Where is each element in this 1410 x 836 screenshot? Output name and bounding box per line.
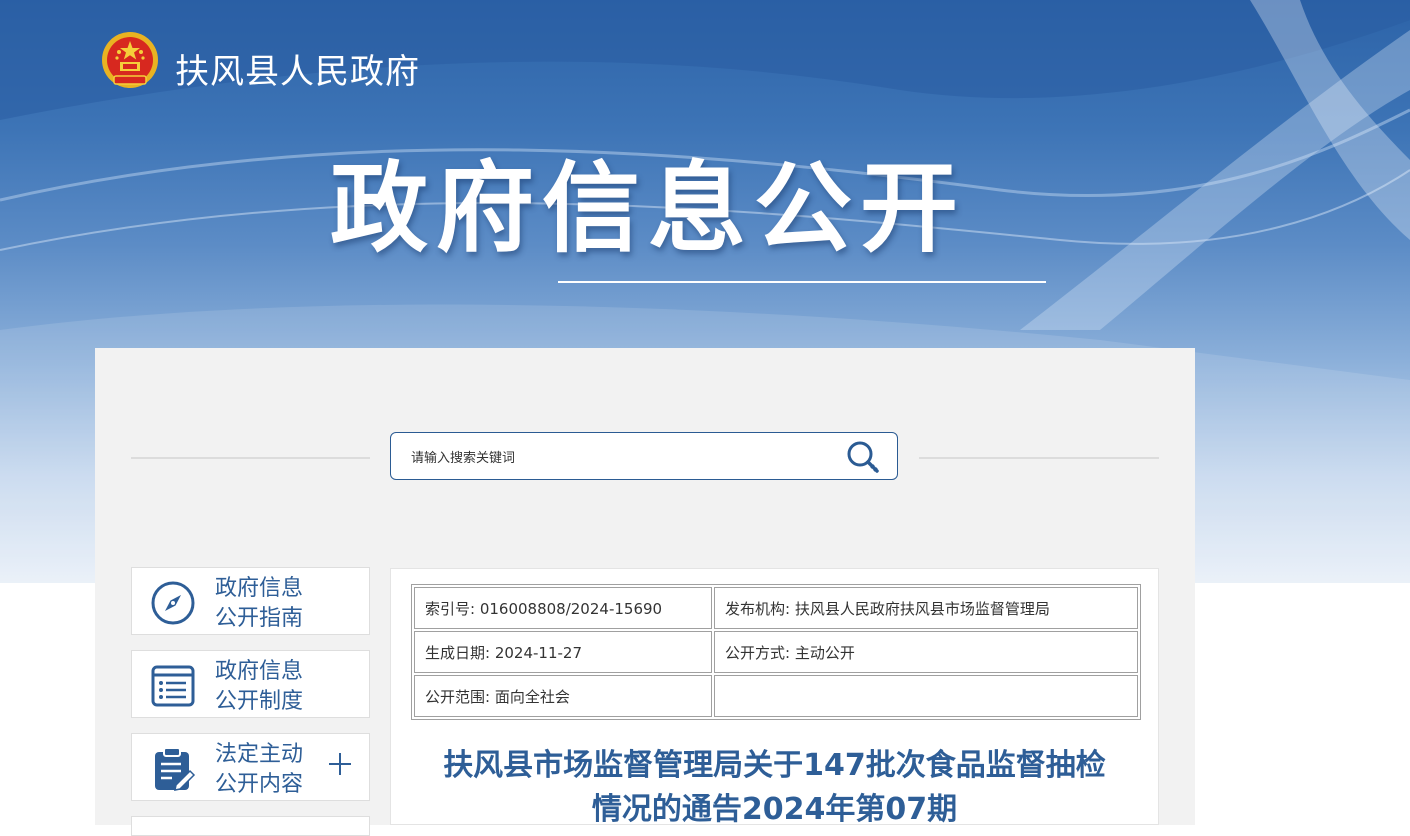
- search-button[interactable]: [843, 438, 883, 476]
- article-content: 索引号: 016008808/2024-15690 发布机构: 扶风县人民政府扶…: [390, 568, 1159, 827]
- search-divider-right: [919, 457, 1159, 459]
- empty-cell: [714, 675, 1138, 717]
- search-divider-left: [131, 457, 370, 459]
- article-meta-table: 索引号: 016008808/2024-15690 发布机构: 扶风县人民政府扶…: [411, 584, 1141, 720]
- article-title-line2: 情况的通告2024年第07期: [591, 792, 958, 827]
- sidebar-item-system[interactable]: 政府信息 公开制度: [131, 650, 370, 718]
- sidebar-item-label: 政府信息 公开制度: [215, 659, 304, 714]
- table-row: 索引号: 016008808/2024-15690 发布机构: 扶风县人民政府扶…: [414, 587, 1138, 629]
- clipboard-edit-icon: [155, 747, 196, 791]
- hero-underline: [558, 281, 1046, 283]
- search-icon: [847, 441, 879, 473]
- sidebar-item-label: 政府信息 公开指南: [215, 576, 304, 631]
- publisher: 发布机构: 扶风县人民政府扶风县市场监督管理局: [714, 587, 1138, 629]
- list-document-icon: [151, 665, 195, 707]
- plus-icon[interactable]: [328, 752, 352, 776]
- created-date: 生成日期: 2024-11-27: [414, 631, 712, 673]
- disclosure-method: 公开方式: 主动公开: [714, 631, 1138, 673]
- national-emblem-logo[interactable]: [100, 30, 160, 92]
- sidebar-item-label: 法定主动 公开内容: [215, 742, 304, 797]
- search-input[interactable]: [409, 445, 833, 471]
- table-row: 公开范围: 面向全社会: [414, 675, 1138, 717]
- search-bar: [390, 432, 898, 480]
- compass-icon: [151, 581, 195, 625]
- site-title[interactable]: 扶风县人民政府: [175, 44, 420, 93]
- sidebar-item-next[interactable]: [131, 816, 370, 836]
- disclosure-scope: 公开范围: 面向全社会: [414, 675, 712, 717]
- sidebar-item-guide[interactable]: 政府信息 公开指南: [131, 567, 370, 635]
- article-title-line1: 扶风县市场监督管理局关于147批次食品监督抽检: [443, 748, 1106, 783]
- hero-title: 政府信息公开: [330, 152, 967, 266]
- sidebar-item-proactive-content[interactable]: 法定主动 公开内容: [131, 733, 370, 801]
- article-title: 扶风县市场监督管理局关于147批次食品监督抽检 情况的通告2024年第07期: [391, 744, 1158, 832]
- table-row: 生成日期: 2024-11-27 公开方式: 主动公开: [414, 631, 1138, 673]
- index-number: 索引号: 016008808/2024-15690: [414, 587, 712, 629]
